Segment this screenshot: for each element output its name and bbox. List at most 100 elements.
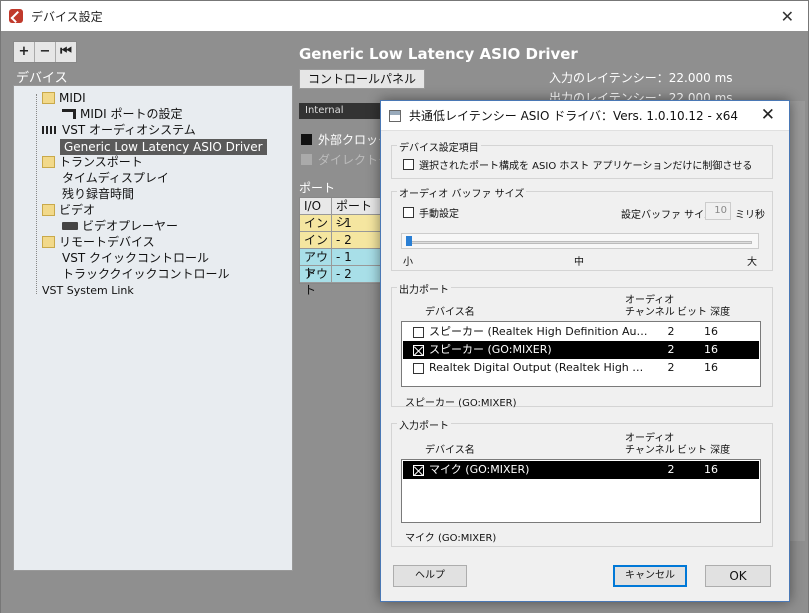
port-table-header: I/O ポートシ — [300, 198, 382, 229]
tree-item-midi[interactable]: MIDI — [42, 90, 86, 106]
checkbox-box — [403, 159, 414, 170]
dialog-title: 共通低レイテンシー ASIO ドライバ：Vers. 1.0.10.12 - x6… — [409, 109, 739, 123]
buffer-size-slider[interactable] — [401, 233, 759, 249]
tree-item-label: VST System Link — [42, 284, 134, 297]
input-ports-group-label: 入力ポート — [397, 417, 451, 432]
checkbox-box — [301, 154, 312, 165]
table-row[interactable]: イン - 1 — [300, 215, 382, 232]
port-checkbox[interactable] — [413, 362, 424, 374]
column-header-io: I/O — [300, 198, 332, 214]
cubase-logo-icon — [9, 9, 23, 23]
port-device-name: スピーカー (GO:MIXER) — [429, 343, 552, 356]
slider-max-label: 大 — [747, 257, 757, 268]
window-titlebar: デバイス設定 ✕ — [1, 1, 808, 31]
port-io: アウト — [300, 266, 332, 297]
device-tree: MIDI MIDI ポートの設定 VST オーディオシステム Generic L… — [13, 85, 293, 571]
manual-buffer-checkbox[interactable]: 手動設定 — [403, 205, 459, 220]
slider-mid-label: 中 — [574, 257, 584, 268]
vst-audio-icon — [42, 126, 58, 134]
input-port-list: マイク (GO:MIXER) 2 16 — [401, 459, 761, 523]
list-item[interactable]: マイク (GO:MIXER) 2 16 — [403, 461, 759, 479]
port-channels: 2 — [667, 463, 675, 476]
buffer-size-field[interactable]: 10 — [705, 202, 731, 220]
tree-item-video[interactable]: ビデオ — [42, 202, 95, 218]
add-device-button[interactable]: + — [14, 42, 35, 62]
port-name: - 1 — [336, 250, 352, 264]
table-row[interactable]: イン - 2 — [300, 232, 382, 249]
tree-item-label: トランスポート — [59, 155, 143, 169]
port-io: イン — [300, 215, 332, 231]
buffer-unit: ミリ秒 — [735, 210, 765, 221]
output-selected-name: スピーカー (GO:MIXER) — [405, 398, 517, 409]
port-checkbox[interactable] — [413, 326, 424, 338]
buffer-size-group-label: オーディオ バッファ サイズ — [397, 185, 527, 200]
external-clock-checkbox[interactable]: 外部クロック — [301, 131, 390, 148]
port-checkbox[interactable] — [413, 344, 424, 356]
tree-item-label: ビデオプレーヤー — [82, 219, 179, 233]
dialog-close-icon[interactable]: ✕ — [761, 105, 775, 125]
list-item[interactable]: Realtek Digital Output (Realtek High D..… — [403, 359, 759, 377]
cancel-button[interactable]: キャンセル — [613, 565, 687, 587]
video-player-icon — [62, 222, 78, 230]
remove-device-button[interactable]: − — [35, 42, 56, 62]
tree-header: デバイス — [13, 67, 293, 86]
tree-guide-line — [36, 94, 37, 294]
tree-item-vst-audio-system[interactable]: VST オーディオシステム — [42, 122, 196, 138]
checkbox-box — [403, 207, 414, 218]
tree-item-video-player[interactable]: ビデオプレーヤー — [62, 218, 178, 234]
help-button[interactable]: ヘルプ — [393, 565, 467, 587]
midi-port-icon — [62, 109, 76, 119]
tree-item-remote-devices[interactable]: リモートデバイス — [42, 234, 155, 250]
port-device-name: マイク (GO:MIXER) — [429, 463, 530, 476]
port-table: I/O ポートシ イン - 1 イン - 2 アウト - 1 アウト - 2 — [299, 197, 383, 297]
port-name: - 1 — [336, 216, 352, 230]
driver-title: Generic Low Latency ASIO Driver — [299, 45, 578, 63]
list-item[interactable]: スピーカー (GO:MIXER) 2 16 — [403, 341, 759, 359]
tree-item-label: VST オーディオシステム — [62, 123, 196, 137]
checkbox-label: 選択されたポート構成を ASIO ホスト アプリケーションだけに制御させる — [419, 161, 753, 172]
tree-toolbar: + − ⏮ — [13, 41, 77, 63]
tree-item-time-display[interactable]: タイムディスプレイ — [62, 170, 169, 186]
port-device-name: スピーカー (Realtek High Definition Audio) — [429, 325, 651, 338]
table-row[interactable]: アウト - 1 — [300, 249, 382, 280]
direct-monitoring-checkbox[interactable]: ダイレクトモ — [301, 151, 390, 168]
port-checkbox[interactable] — [413, 464, 424, 476]
tree-item-label: リモートデバイス — [59, 235, 155, 249]
input-selected-name: マイク (GO:MIXER) — [405, 533, 497, 544]
list-item[interactable]: スピーカー (Realtek High Definition Audio) 2 … — [403, 323, 759, 341]
column-header-device-name: デバイス名 — [425, 445, 475, 456]
port-device-name: Realtek Digital Output (Realtek High D..… — [429, 361, 651, 374]
tree-item-transport[interactable]: トランスポート — [42, 154, 143, 170]
buffer-size-label: 設定バッファ サイズ: — [621, 210, 718, 221]
tree-item-record-time[interactable]: 残り録音時間 — [62, 186, 134, 202]
asio-host-only-checkbox[interactable]: 選択されたポート構成を ASIO ホスト アプリケーションだけに制御させる — [403, 157, 752, 172]
control-panel-button[interactable]: コントロールパネル — [299, 69, 425, 89]
port-bit-depth: 16 — [704, 361, 718, 374]
slider-thumb[interactable] — [406, 236, 412, 246]
port-name: - 2 — [336, 267, 352, 281]
device-settings-group-label: デバイス設定項目 — [397, 139, 481, 154]
output-ports-group-label: 出力ポート — [397, 281, 451, 296]
tree-item-label: トラッククイックコントロール — [62, 267, 230, 281]
tree-item-label: VST クイックコントロール — [62, 251, 209, 265]
tree-item-vst-system-link[interactable]: VST System Link — [42, 283, 134, 299]
column-header-bit-depth: ビット 深度 — [677, 445, 731, 456]
ok-button[interactable]: OK — [705, 565, 771, 587]
ports-label: ポート — [299, 181, 336, 195]
dialog-titlebar: 共通低レイテンシー ASIO ドライバ：Vers. 1.0.10.12 - x6… — [381, 101, 789, 131]
window-close-icon[interactable]: ✕ — [781, 7, 794, 26]
tree-item-track-quick-controls[interactable]: トラッククイックコントロール — [62, 266, 230, 282]
port-channels: 2 — [667, 325, 675, 338]
tree-item-vst-quick-controls[interactable]: VST クイックコントロール — [62, 250, 209, 266]
port-bit-depth: 16 — [704, 343, 718, 356]
tree-item-midi-port-settings[interactable]: MIDI ポートの設定 — [62, 106, 183, 122]
folder-icon — [42, 156, 55, 168]
reset-device-button[interactable]: ⏮ — [56, 42, 76, 62]
tree-item-label: タイムディスプレイ — [62, 171, 169, 185]
tree-item-asio-driver[interactable]: Generic Low Latency ASIO Driver — [60, 139, 267, 155]
table-row[interactable]: アウト - 2 — [300, 266, 382, 297]
column-header-bit-depth: ビット 深度 — [677, 307, 731, 318]
input-latency: 入力のレイテンシー：22.000 ms — [549, 71, 733, 85]
slider-min-label: 小 — [403, 257, 413, 268]
port-name: - 2 — [336, 233, 352, 247]
